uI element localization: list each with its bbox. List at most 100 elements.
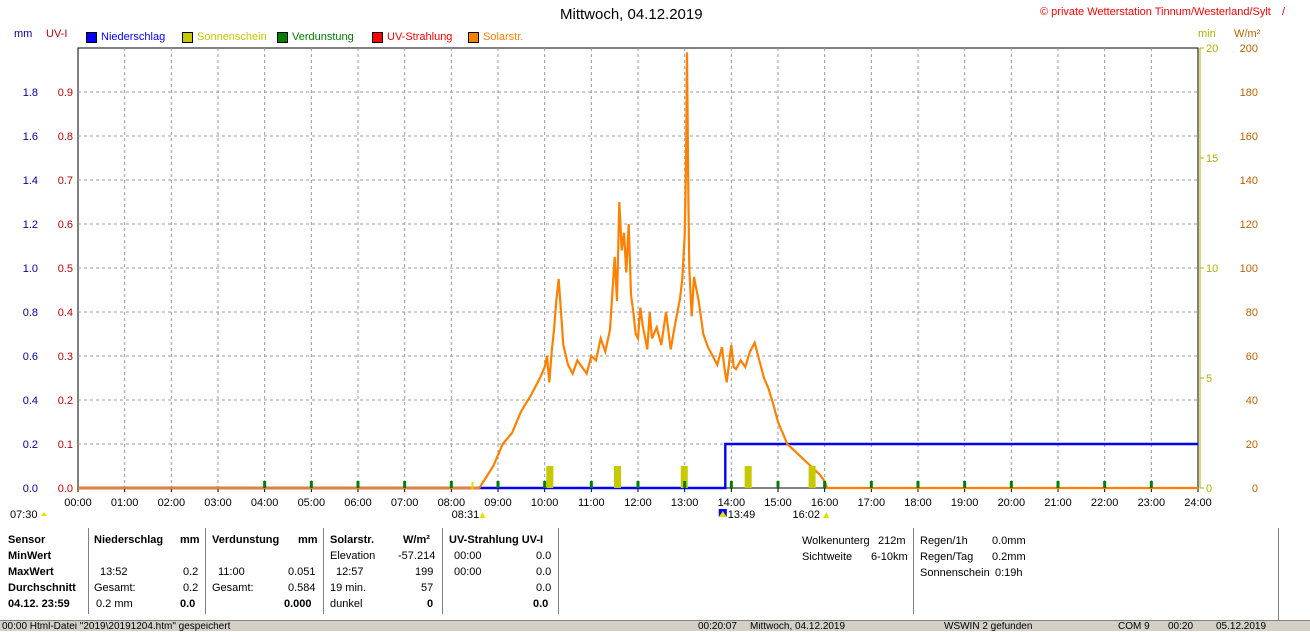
sun-icon-sunset (823, 512, 830, 518)
series-verdunstung-tick (869, 481, 873, 488)
solar-max-val: 199 (415, 566, 434, 578)
table-divider-3 (323, 528, 324, 614)
y-tick-label-mm: 1.4 (23, 175, 38, 187)
verdunstung-unit: mm (298, 534, 318, 546)
row-label-avg: Durchschnitt (8, 582, 76, 594)
niederschlag-avg-val: 0.0 (180, 598, 196, 610)
series-verdunstung-tick (589, 481, 593, 488)
x-tick-label: 13:00 (671, 497, 699, 509)
uv-min-val: 0.0 (536, 550, 552, 562)
series-sonnenschein-bar (546, 466, 554, 488)
y-tick-label-uv: 0.1 (58, 439, 73, 451)
x-tick-label: 10:00 (531, 497, 559, 509)
x-tick-label: 16:00 (811, 497, 839, 509)
x-tick-label: 01:00 (111, 497, 139, 509)
niederschlag-gesamt-val: 0.2 (183, 582, 199, 594)
status-message: 00:00 Html-Datei "2019\20191204.htm" ges… (2, 622, 231, 632)
series-verdunstung-tick (776, 481, 780, 488)
y-tick-label-uv: 0.2 (58, 395, 73, 407)
solar-dark-label: dunkel (330, 598, 363, 610)
sun-icon-left (41, 512, 47, 516)
cloud-value: 212m (878, 535, 906, 547)
y-tick-label-wm: 20 (1246, 439, 1258, 451)
marker-label-sunset: 16:02 (792, 509, 820, 521)
x-tick-label: 17:00 (858, 497, 886, 509)
y-tick-label-uv: 0.8 (58, 131, 73, 143)
y-tick-label-min: 10 (1206, 263, 1218, 275)
y-tick-label-uv: 0.0 (58, 483, 73, 495)
verdunstung-max-val: 0.051 (288, 566, 316, 578)
x-tick-label: 24:00 (1184, 497, 1212, 509)
y-tick-label-wm: 100 (1240, 263, 1258, 275)
series-sonnenschein-bar (744, 466, 752, 488)
verdunstung-gesamt-label: Gesamt: (212, 582, 254, 594)
verdunstung-max-time: 11:00 (218, 566, 245, 578)
x-tick-label: 03:00 (204, 497, 232, 509)
niederschlag-avg: 0.2 mm (96, 598, 133, 610)
table-divider-6 (913, 528, 914, 614)
sensor-header: Sensor (8, 534, 46, 546)
solar-elev-val: -57.214 (398, 550, 436, 562)
status-wswin: WSWIN 2 gefunden (944, 622, 1033, 632)
x-tick-label: 11:00 (578, 497, 605, 509)
x-tick-label: 14:00 (718, 497, 746, 509)
y-tick-label-mm: 1.8 (23, 87, 38, 99)
sunshine-label: Sonnenschein (920, 567, 990, 579)
niederschlag-unit: mm (180, 534, 200, 546)
series-verdunstung-tick (683, 481, 687, 488)
series-verdunstung-tick (823, 481, 827, 488)
y-tick-label-mm: 0.0 (23, 483, 38, 495)
sunshine-value: 0:19h (995, 567, 1023, 579)
status-clock: 00:20 (1168, 622, 1194, 632)
date-label: 04.12. 23:59 (8, 598, 70, 610)
rain-day-label: Regen/Tag (920, 551, 974, 563)
series-verdunstung-tick (496, 481, 500, 488)
y-tick-label-wm: 120 (1240, 219, 1258, 231)
y-tick-label-uv: 0.7 (58, 175, 73, 187)
y-tick-label-mm: 0.6 (23, 351, 38, 363)
status-bar: 00:00 Html-Datei "2019\20191204.htm" ges… (0, 620, 1310, 632)
x-tick-label: 15:00 (764, 497, 792, 509)
verdunstung-avg-val: 0.000 (284, 598, 312, 610)
uv-header: UV-Strahlung UV-I (449, 534, 544, 546)
y-tick-label-uv: 0.4 (58, 307, 73, 319)
x-tick-label: 06:00 (344, 497, 372, 509)
cloud-label: Wolkenunterg (802, 535, 870, 547)
x-tick-label: 05:00 (298, 497, 326, 509)
y-tick-label-wm: 40 (1246, 395, 1258, 407)
series-verdunstung-tick (1009, 481, 1013, 488)
series-verdunstung-tick (263, 481, 267, 488)
series-verdunstung-tick (1149, 481, 1153, 488)
x-tick-label: 09:00 (484, 497, 512, 509)
y-tick-label-wm: 0 (1252, 483, 1258, 495)
series-verdunstung-tick (449, 481, 453, 488)
y-tick-label-uv: 0.3 (58, 351, 73, 363)
niederschlag-max-time: 13:52 (100, 566, 128, 578)
series-sonnenschein-bar (614, 466, 621, 488)
niederschlag-max-val: 0.2 (183, 566, 199, 578)
niederschlag-gesamt-label: Gesamt: (94, 582, 136, 594)
y-tick-label-uv: 0.5 (58, 263, 73, 275)
table-divider-5 (558, 528, 559, 614)
series-verdunstung-tick (636, 481, 640, 488)
niederschlag-header: Niederschlag (94, 534, 164, 546)
y-tick-label-mm: 1.2 (23, 219, 38, 231)
sun-icon-sunrise (479, 512, 486, 518)
x-tick-label: 20:00 (998, 497, 1026, 509)
x-tick-label: 19:00 (951, 497, 979, 509)
uv-avg-val: 0.0 (533, 598, 549, 610)
series-verdunstung-tick (403, 481, 407, 488)
solar-dark-val: 0 (427, 598, 434, 610)
x-tick-label: 00:00 (64, 497, 92, 509)
verdunstung-gesamt-val: 0.584 (288, 582, 316, 594)
solar-unit: W/m² (403, 534, 430, 546)
y-tick-label-min: 20 (1206, 43, 1218, 55)
y-tick-label-wm: 60 (1246, 351, 1258, 363)
x-tick-label: 21:00 (1044, 497, 1072, 509)
marker-label-left: 07:30 (10, 509, 38, 521)
series-verdunstung-tick (916, 481, 920, 488)
uv-max-time: 00:00 (454, 566, 482, 578)
uv-min-time: 00:00 (454, 550, 482, 562)
row-label-min: MinWert (8, 550, 52, 562)
table-divider-1 (88, 528, 89, 614)
